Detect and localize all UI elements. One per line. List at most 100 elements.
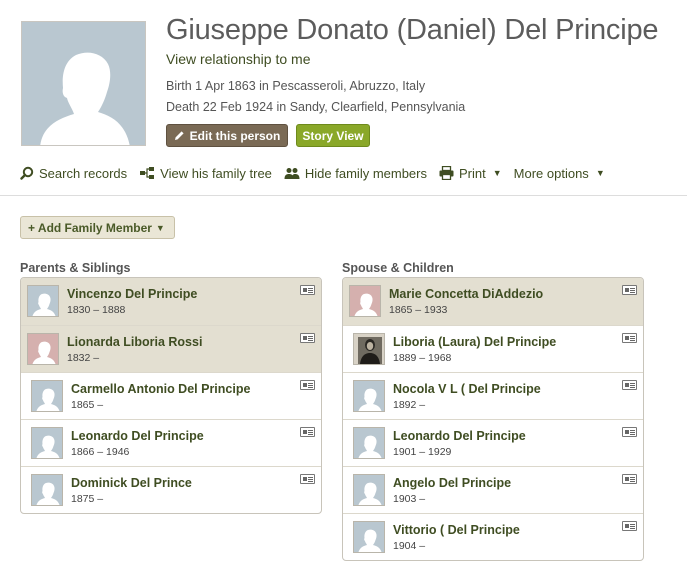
parents-siblings-panel: Vincenzo Del Principe 1830 – 1888 Lionarda… [20, 277, 322, 514]
person-card-icon[interactable] [622, 474, 637, 484]
family-member-row[interactable]: Angelo Del Principe 1903 – [343, 466, 643, 513]
member-name-link[interactable]: Angelo Del Principe [393, 476, 511, 490]
print-menu[interactable]: Print ▼ [439, 166, 502, 181]
family-member-row[interactable]: Lionarda Liboria Rossi 1832 – [21, 325, 321, 372]
silhouette-icon [36, 435, 60, 458]
pencil-icon [174, 131, 184, 140]
silhouette-icon [36, 482, 60, 505]
silhouette-icon [36, 388, 60, 411]
person-card-icon[interactable] [300, 474, 315, 484]
member-lifespan: 1904 – [393, 540, 426, 552]
caret-down-icon: ▼ [155, 222, 165, 233]
add-family-member-label: + Add Family Member [28, 220, 152, 235]
portrait-photo-icon [354, 334, 384, 364]
person-card-icon[interactable] [300, 380, 315, 390]
birth-fact: Birth 1 Apr 1863 in Pescasseroli, Abruzz… [166, 79, 426, 93]
more-options-label: More options [513, 165, 589, 181]
member-lifespan: 1866 – 1946 [71, 446, 130, 458]
person-card-icon[interactable] [300, 427, 315, 437]
silhouette-icon [358, 388, 382, 411]
hide-family-members-label: Hide family members [304, 165, 427, 181]
member-name-link[interactable]: Lionarda Liboria Rossi [67, 335, 202, 349]
silhouette-icon [358, 435, 382, 458]
member-photo[interactable] [353, 333, 385, 365]
people-icon [284, 167, 300, 179]
member-lifespan: 1832 – [67, 352, 100, 364]
member-photo[interactable] [353, 474, 385, 506]
edit-person-label: Edit this person [189, 128, 281, 143]
member-lifespan: 1901 – 1929 [393, 446, 452, 458]
person-card-icon[interactable] [300, 333, 315, 343]
spouse-children-heading: Spouse & Children [342, 261, 454, 275]
death-fact: Death 22 Feb 1924 in Sandy, Clearfield, … [166, 100, 466, 114]
person-card-icon[interactable] [300, 285, 315, 295]
member-name-link[interactable]: Vincenzo Del Principe [67, 287, 197, 301]
person-toolbar: Search records View his family tree Hide… [20, 163, 617, 183]
member-name-link[interactable]: Liboria (Laura) Del Principe [393, 335, 556, 349]
search-icon [20, 166, 34, 180]
member-photo[interactable] [353, 427, 385, 459]
add-family-member-button[interactable]: + Add Family Member ▼ [20, 216, 175, 239]
silhouette-icon [354, 293, 378, 316]
member-lifespan: 1903 – [393, 493, 426, 505]
member-photo[interactable] [353, 380, 385, 412]
family-member-row[interactable]: Vincenzo Del Principe 1830 – 1888 [21, 278, 321, 325]
caret-down-icon: ▼ [492, 168, 502, 178]
family-member-row[interactable]: Leonardo Del Principe 1901 – 1929 [343, 419, 643, 466]
family-member-row[interactable]: Dominick Del Prince 1875 – [21, 466, 321, 513]
member-lifespan: 1875 – [71, 493, 104, 505]
member-lifespan: 1865 – 1933 [389, 304, 448, 316]
person-card-icon[interactable] [622, 380, 637, 390]
parents-siblings-heading: Parents & Siblings [20, 261, 131, 275]
family-member-row[interactable]: Liboria (Laura) Del Principe 1889 – 1968 [343, 325, 643, 372]
family-member-row[interactable]: Vittorio ( Del Principe 1904 – [343, 513, 643, 560]
silhouette-icon [358, 529, 382, 552]
family-member-row[interactable]: Marie Concetta DiAddezio 1865 – 1933 [343, 278, 643, 325]
member-name-link[interactable]: Marie Concetta DiAddezio [389, 287, 543, 301]
story-view-button[interactable]: Story View [296, 124, 370, 147]
member-name-link[interactable]: Dominick Del Prince [71, 476, 192, 490]
member-lifespan: 1830 – 1888 [67, 304, 126, 316]
family-member-row[interactable]: Leonardo Del Principe 1866 – 1946 [21, 419, 321, 466]
person-card-icon[interactable] [622, 427, 637, 437]
silhouette-icon [358, 482, 382, 505]
member-lifespan: 1889 – 1968 [393, 352, 452, 364]
family-tree-icon [140, 167, 155, 179]
silhouette-icon [32, 341, 56, 364]
family-member-row[interactable]: Carmello Antonio Del Principe 1865 – [21, 372, 321, 419]
member-photo[interactable] [27, 285, 59, 317]
silhouette-icon [40, 52, 130, 145]
person-card-icon[interactable] [622, 285, 637, 295]
spouse-children-panel: Marie Concetta DiAddezio 1865 – 1933 Libor… [342, 277, 644, 561]
view-family-tree-label: View his family tree [160, 165, 272, 181]
member-photo[interactable] [31, 474, 63, 506]
member-name-link[interactable]: Leonardo Del Principe [393, 429, 526, 443]
divider [0, 195, 687, 196]
more-options-menu[interactable]: More options ▼ [514, 166, 605, 181]
member-lifespan: 1892 – [393, 399, 426, 411]
search-records-link[interactable]: Search records [20, 166, 127, 181]
person-card-icon[interactable] [622, 521, 637, 531]
view-family-tree-link[interactable]: View his family tree [139, 166, 272, 181]
member-photo[interactable] [27, 333, 59, 365]
member-name-link[interactable]: Carmello Antonio Del Principe [71, 382, 250, 396]
member-name-link[interactable]: Vittorio ( Del Principe [393, 523, 520, 537]
member-photo[interactable] [31, 380, 63, 412]
print-label: Print [459, 165, 486, 181]
member-photo[interactable] [31, 427, 63, 459]
member-photo[interactable] [353, 521, 385, 553]
member-name-link[interactable]: Nocola V L ( Del Principe [393, 382, 541, 396]
family-member-row[interactable]: Nocola V L ( Del Principe 1892 – [343, 372, 643, 419]
hide-family-members-link[interactable]: Hide family members [284, 166, 427, 181]
member-name-link[interactable]: Leonardo Del Principe [71, 429, 204, 443]
printer-icon [439, 166, 454, 180]
silhouette-icon [32, 293, 56, 316]
view-relationship-link[interactable]: View relationship to me [166, 51, 310, 67]
member-photo[interactable] [349, 285, 381, 317]
search-records-label: Search records [39, 165, 128, 181]
person-card-icon[interactable] [622, 333, 637, 343]
edit-person-button[interactable]: Edit this person [166, 124, 288, 147]
person-name-heading: Giuseppe Donato (Daniel) Del Principe [166, 14, 659, 46]
person-profile-photo[interactable] [21, 21, 146, 146]
caret-down-icon: ▼ [595, 168, 605, 178]
